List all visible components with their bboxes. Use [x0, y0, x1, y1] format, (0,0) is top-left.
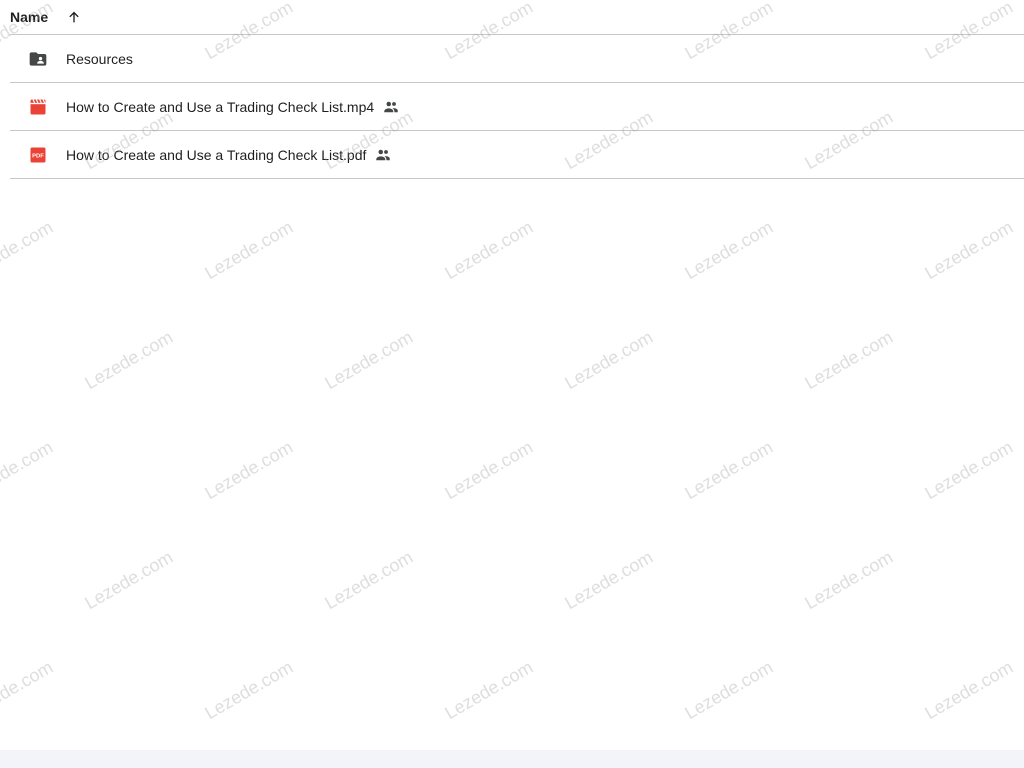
folder-shared-icon [28, 49, 48, 69]
watermark-text: Lezede.com [561, 326, 657, 394]
watermark-text: Lezede.com [441, 436, 537, 504]
watermark-text: Lezede.com [0, 436, 57, 504]
watermark-text: Lezede.com [0, 216, 57, 284]
file-name: How to Create and Use a Trading Check Li… [66, 98, 375, 115]
bottom-bar [0, 750, 1024, 768]
svg-text:PDF: PDF [32, 154, 44, 160]
watermark-text: Lezede.com [441, 656, 537, 724]
watermark-text: Lezede.com [441, 216, 537, 284]
watermark-text: Lezede.com [921, 656, 1017, 724]
watermark-text: Lezede.com [201, 216, 297, 284]
watermark-text: Lezede.com [681, 436, 777, 504]
file-name: How to Create and Use a Trading Check Li… [66, 146, 367, 163]
name-column-label[interactable]: Name [10, 9, 48, 25]
file-name: Resources [66, 50, 133, 67]
watermark-text: Lezede.com [801, 546, 897, 614]
video-file-icon [28, 97, 48, 117]
arrow-up-icon [69, 11, 79, 23]
watermark-text: Lezede.com [801, 326, 897, 394]
watermark-text: Lezede.com [921, 436, 1017, 504]
watermark-text: Lezede.com [921, 216, 1017, 284]
watermark-text: Lezede.com [561, 546, 657, 614]
column-header: Name [10, 0, 1024, 35]
watermark-text: Lezede.com [201, 436, 297, 504]
file-row-pdf[interactable]: PDF How to Create and Use a Trading Chec… [10, 131, 1024, 179]
watermark-text: Lezede.com [321, 326, 417, 394]
sort-ascending-button[interactable] [62, 5, 86, 29]
watermark-text: Lezede.com [0, 656, 57, 724]
watermark-text: Lezede.com [201, 656, 297, 724]
pdf-file-icon: PDF [28, 145, 48, 165]
shared-people-icon [382, 98, 400, 116]
watermark-text: Lezede.com [681, 216, 777, 284]
watermark-text: Lezede.com [321, 546, 417, 614]
file-row-video[interactable]: How to Create and Use a Trading Check Li… [10, 83, 1024, 131]
shared-people-icon [374, 146, 392, 164]
watermark-text: Lezede.com [81, 546, 177, 614]
watermark-text: Lezede.com [81, 326, 177, 394]
watermark-text: Lezede.com [681, 656, 777, 724]
file-row-resources[interactable]: Resources [10, 35, 1024, 83]
